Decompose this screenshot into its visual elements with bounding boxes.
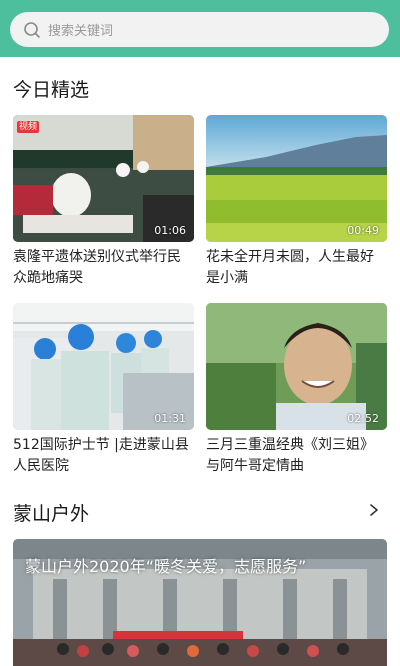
search-box[interactable]: 搜索关键词	[10, 12, 389, 47]
video-card[interactable]: 01:31 512国际护士节 |走进蒙山县人民医院	[13, 303, 194, 477]
chevron-right-icon[interactable]	[368, 503, 380, 517]
top-bar: 搜索关键词	[0, 0, 400, 57]
video-thumbnail[interactable]: 00:49	[206, 115, 387, 242]
video-title[interactable]: 花未全开月未圆，人生最好是小满	[206, 247, 387, 289]
video-card[interactable]: 00:49 花未全开月未圆，人生最好是小满	[206, 115, 387, 289]
outdoor-banner[interactable]: 蒙山户外2020年“暖冬关爱，志愿服务”	[13, 539, 387, 666]
section-title-outdoor: 蒙山户外	[13, 503, 90, 525]
section-title-today: 今日精选	[13, 79, 90, 101]
search-input[interactable]: 搜索关键词	[48, 20, 113, 39]
video-title[interactable]: 三月三重温经典《刘三姐》与阿牛哥定情曲	[206, 435, 387, 477]
video-thumbnail[interactable]: 02:52	[206, 303, 387, 430]
search-icon	[24, 21, 40, 38]
video-title[interactable]: 袁隆平遗体送别仪式举行民众跪地痛哭	[13, 247, 194, 289]
video-duration: 01:31	[154, 412, 186, 425]
video-duration: 01:06	[154, 224, 186, 237]
banner-title: 蒙山户外2020年“暖冬关爱，志愿服务”	[25, 557, 307, 576]
video-card[interactable]: 视频 01:06 袁隆平遗体送别仪式举行民众跪地痛哭	[13, 115, 194, 289]
video-duration: 02:52	[347, 412, 379, 425]
video-thumbnail[interactable]: 01:31	[13, 303, 194, 430]
video-title[interactable]: 512国际护士节 |走进蒙山县人民医院	[13, 435, 194, 477]
video-duration: 00:49	[347, 224, 379, 237]
video-card[interactable]: 02:52 三月三重温经典《刘三姐》与阿牛哥定情曲	[206, 303, 387, 477]
video-thumbnail[interactable]: 视频 01:06	[13, 115, 194, 242]
video-badge: 视频	[17, 121, 40, 133]
